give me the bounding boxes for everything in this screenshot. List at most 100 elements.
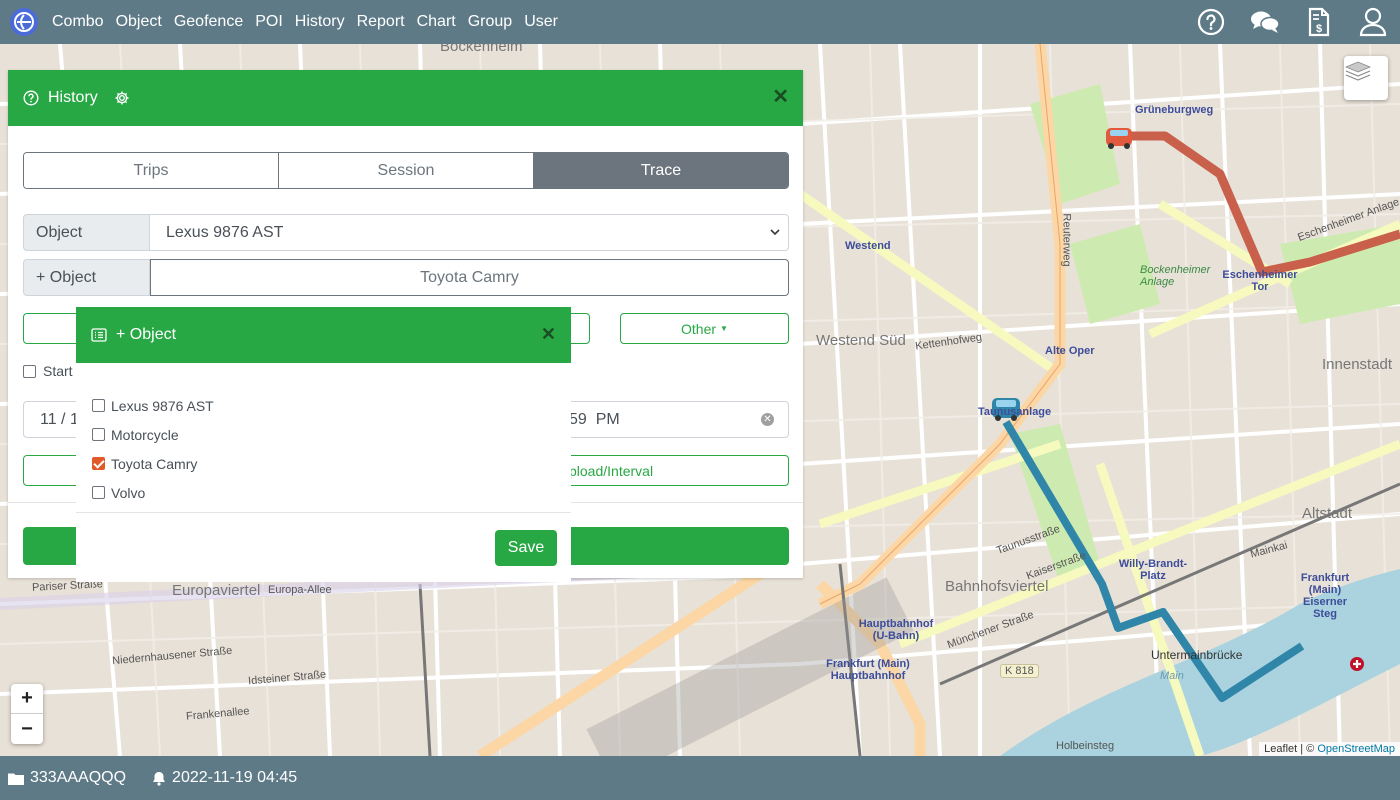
modal-divider	[76, 512, 571, 513]
user-icon[interactable]	[1346, 0, 1400, 44]
clear-icon[interactable]: ✕	[761, 413, 774, 426]
nav-object[interactable]: Object	[116, 13, 162, 31]
chevron-down-icon	[770, 229, 780, 236]
add-object-value: Toyota Camry	[420, 268, 519, 286]
chat-icon[interactable]	[1238, 0, 1292, 44]
zoom-in-button[interactable]: +	[11, 684, 43, 714]
object-option[interactable]: Volvo	[92, 478, 214, 507]
layers-button[interactable]	[1344, 56, 1388, 100]
other-dropdown-button[interactable]: Other ▼	[620, 313, 789, 344]
save-button[interactable]: Save	[495, 530, 557, 566]
map-label-grueneburgweg: Grüneburgweg	[1135, 104, 1214, 116]
object-option[interactable]: Toyota Camry	[92, 449, 214, 478]
object-option-label: Toyota Camry	[111, 455, 198, 472]
map-label-europa-allee: Europa-Allee	[268, 584, 332, 596]
gear-icon[interactable]	[114, 90, 130, 106]
layers-icon	[1344, 61, 1372, 81]
nav-group[interactable]: Group	[468, 13, 512, 31]
add-object-field[interactable]: Toyota Camry	[150, 259, 789, 296]
map-label-main: Main	[1160, 670, 1184, 682]
map-label-taunusanlage: Taunusanlage	[978, 406, 1052, 418]
object-select[interactable]: Lexus 9876 AST	[150, 214, 789, 251]
add-object-group: + Object Toyota Camry	[23, 259, 789, 296]
object-checkbox-checked[interactable]	[92, 457, 105, 470]
object-option[interactable]: Motorcycle	[92, 420, 214, 449]
app-logo-icon[interactable]	[10, 8, 38, 36]
svg-text:$: $	[1316, 23, 1322, 35]
object-checkbox-list: Lexus 9876 AST Motorcycle Toyota Camry V…	[92, 391, 214, 507]
bell-icon	[152, 771, 166, 786]
object-option-label: Volvo	[111, 484, 146, 501]
object-select-group: Object Lexus 9876 AST	[23, 214, 789, 251]
help-icon[interactable]	[1184, 0, 1238, 44]
map-label-alte-oper: Alte Oper	[1045, 345, 1095, 357]
hospital-marker[interactable]	[1350, 657, 1364, 671]
tab-trace[interactable]: Trace	[534, 153, 788, 188]
red-car-marker[interactable]	[1106, 128, 1132, 149]
history-panel-header: History ✕	[8, 70, 803, 126]
map-label-willy-brandt-platz: Willy-Brandt-Platz	[1118, 558, 1188, 582]
close-icon[interactable]: ✕	[541, 325, 556, 343]
notification-status[interactable]: 2022-11-19 04:45	[152, 769, 297, 787]
history-panel-title: History	[48, 89, 98, 106]
map-label-reuterweg: Reuterweg	[1060, 213, 1073, 267]
nav-history[interactable]: History	[295, 13, 345, 31]
start-date-value: 11 / 1	[40, 410, 79, 428]
map-label-bockenheimer-anlage: Bockenheimer Anlage	[1140, 264, 1211, 288]
object-option-label: Motorcycle	[111, 426, 179, 443]
add-object-modal-title: + Object	[116, 326, 177, 343]
map-label-holbeinsteg: Holbeinsteg	[1056, 740, 1115, 752]
list-icon	[91, 327, 107, 343]
add-object-label: + Object	[23, 259, 150, 296]
map-label-hauptbahnhof-ubahn: Hauptbahnhof (U-Bahn)	[858, 618, 934, 642]
map-label-untermainbruecke: Untermainbrücke	[1151, 648, 1243, 662]
nav-geofence[interactable]: Geofence	[174, 13, 243, 31]
object-checkbox[interactable]	[92, 428, 105, 441]
zoom-control: + −	[11, 684, 43, 744]
openstreetmap-link[interactable]: OpenStreetMap	[1317, 743, 1395, 755]
close-icon[interactable]: ✕	[772, 87, 789, 107]
tab-session[interactable]: Session	[279, 153, 534, 188]
map-label-k818: K 818	[1000, 664, 1039, 678]
history-tabs: Trips Session Trace	[23, 152, 789, 189]
map-label-altstadt: Altstadt	[1302, 505, 1353, 522]
nav-report[interactable]: Report	[357, 13, 405, 31]
map-label-westend: Westend	[845, 240, 891, 252]
object-option-label: Lexus 9876 AST	[111, 397, 214, 414]
map-label-frankfurt-hbf: Frankfurt (Main) Hauptbahnhof	[826, 658, 910, 682]
other-button-label: Other	[681, 320, 717, 337]
start-checkbox-row: Start	[23, 363, 73, 379]
upload-interval-button[interactable]: pload/Interval	[548, 455, 789, 486]
device-status[interactable]: 333AAAQQQ	[8, 769, 126, 787]
start-checkbox[interactable]	[23, 364, 36, 378]
object-select-value: Lexus 9876 AST	[166, 223, 284, 241]
upload-interval-label: pload/Interval	[569, 462, 654, 479]
add-object-modal: + Object ✕ Lexus 9876 AST Motorcycle Toy…	[76, 307, 571, 582]
map-label-europaviertel: Europaviertel	[172, 582, 261, 599]
map-label-innenstadt: Innenstadt	[1322, 356, 1393, 373]
zoom-out-button[interactable]: −	[11, 714, 43, 744]
object-label: Object	[23, 214, 150, 251]
map-label-westend-sued: Westend Süd	[816, 332, 906, 349]
map-label-eiserner-steg: Frankfurt (Main) Eiserner Steg	[1300, 572, 1350, 620]
nav-combo[interactable]: Combo	[52, 13, 104, 31]
map-label-bockenheim: Bockenheim	[440, 44, 523, 55]
nav-chart[interactable]: Chart	[417, 13, 456, 31]
status-footer: 333AAAQQQ 2022-11-19 04:45	[0, 756, 1400, 800]
attribution-text: Leaflet | ©	[1264, 743, 1318, 755]
end-datetime-input[interactable]: 59 PM ✕	[548, 401, 789, 438]
help-circle-icon[interactable]	[23, 90, 39, 106]
tab-trips[interactable]: Trips	[24, 153, 279, 188]
add-object-modal-header: + Object ✕	[76, 307, 571, 363]
object-option[interactable]: Lexus 9876 AST	[92, 391, 214, 420]
folder-icon	[8, 772, 24, 785]
start-label: Start	[43, 363, 73, 379]
object-checkbox[interactable]	[92, 486, 105, 499]
device-id: 333AAAQQQ	[30, 769, 127, 786]
top-navbar: Combo Object Geofence POI History Report…	[0, 0, 1400, 44]
nav-poi[interactable]: POI	[255, 13, 283, 31]
invoice-icon[interactable]: $	[1292, 0, 1346, 44]
nav-user[interactable]: User	[524, 13, 558, 31]
object-checkbox[interactable]	[92, 399, 105, 412]
map-label-eschenheimer-tor: Eschenheimer Tor	[1222, 269, 1298, 293]
